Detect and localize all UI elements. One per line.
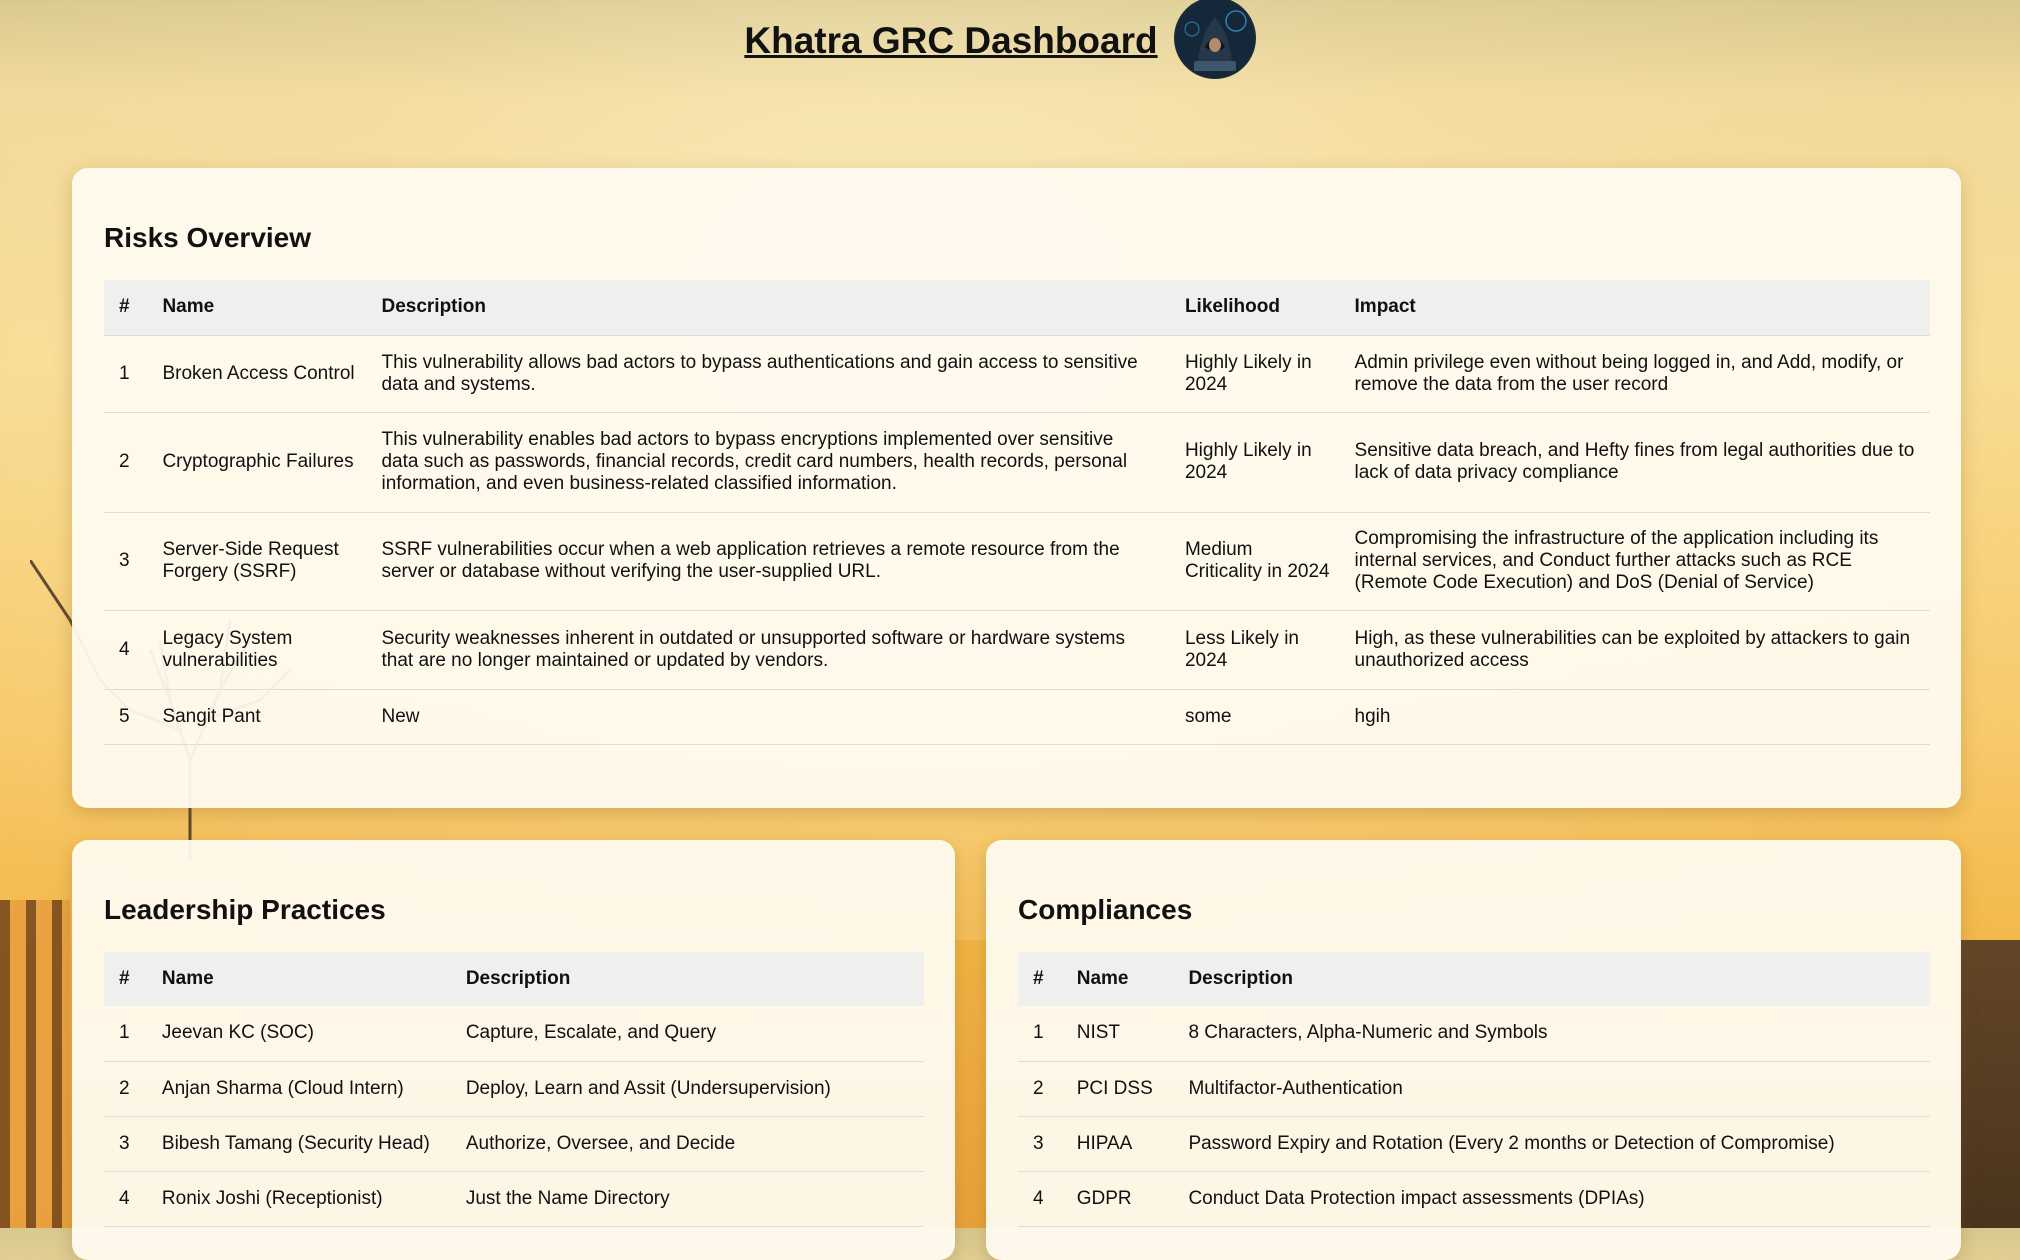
compliance-description: Multifactor-Authentication [1188, 1077, 1403, 1099]
risk-impact: Compromising the infrastructure of the a… [1354, 528, 1879, 593]
leader-description: Deploy, Learn and Assit (Undersupervisio… [465, 1077, 831, 1099]
row-number: 4 [1033, 1187, 1044, 1209]
column-header-description: Description [1178, 952, 1930, 1006]
table-row: 4 Ronix Joshi (Receptionist) Just the Na… [104, 1171, 924, 1226]
row-number: 2 [119, 1077, 130, 1099]
compliance-description: Password Expiry and Rotation (Every 2 mo… [1188, 1132, 1835, 1154]
compliance-name: PCI DSS [1076, 1077, 1153, 1099]
risk-impact: Admin privilege even without being logge… [1354, 351, 1904, 395]
risk-name: Broken Access Control [162, 362, 355, 384]
row-number: 1 [119, 1022, 130, 1044]
risk-name: Cryptographic Failures [162, 451, 354, 472]
table-row: 5 Sangit Pant New some hgih [104, 689, 1930, 744]
table-row: 4 GDPR Conduct Data Protection impact as… [1018, 1171, 1930, 1226]
compliance-name: HIPAA [1076, 1132, 1133, 1154]
column-header-number: # [1018, 952, 1067, 1006]
table-row: 3 Bibesh Tamang (Security Head) Authoriz… [104, 1116, 924, 1171]
risk-name: Legacy System vulnerabilities [162, 627, 293, 671]
table-row: 3 Server-Side Request Forgery (SSRF) SSR… [104, 512, 1930, 610]
column-header-name: Name [1066, 952, 1179, 1006]
risks-table: # Name Description Likelihood Impact 1 B… [104, 280, 1930, 745]
compliance-description: Conduct Data Protection impact assessmen… [1188, 1187, 1645, 1209]
risk-likelihood: Medium Criticality in 2024 [1184, 539, 1330, 582]
leader-description: Capture, Escalate, and Query [465, 1022, 717, 1044]
risk-name: Sangit Pant [162, 705, 261, 727]
table-row: 2 PCI DSS Multifactor-Authentication [1018, 1061, 1930, 1116]
row-number: 2 [119, 451, 130, 472]
risk-impact: hgih [1354, 705, 1391, 727]
compliances-heading: Compliances [1018, 894, 1193, 925]
column-header-number: # [104, 952, 152, 1006]
compliance-name: NIST [1076, 1022, 1121, 1044]
background-fence [0, 900, 70, 1228]
table-row: 1 Jeevan KC (SOC) Capture, Escalate, and… [104, 1006, 924, 1061]
background-post [1960, 940, 2020, 1228]
leadership-heading: Leadership Practices [104, 894, 386, 925]
compliance-description: 8 Characters, Alpha-Numeric and Symbols [1188, 1022, 1548, 1044]
compliances-table: # Name Description 1 NIST 8 Characters, … [1018, 952, 1930, 1227]
column-header-description: Description [455, 952, 924, 1006]
leadership-table: # Name Description 1 Jeevan KC (SOC) Cap… [104, 952, 924, 1227]
column-header-description: Description [371, 280, 1175, 335]
risk-likelihood: Highly Likely in 2024 [1184, 351, 1312, 395]
leader-name: Ronix Joshi (Receptionist) [161, 1187, 383, 1209]
leader-description: Just the Name Directory [465, 1187, 670, 1209]
row-number: 3 [119, 550, 130, 571]
table-row: 4 Legacy System vulnerabilities Security… [104, 610, 1930, 689]
column-header-number: # [104, 280, 153, 335]
leader-description: Authorize, Oversee, and Decide [465, 1132, 736, 1154]
table-header-row: # Name Description [1018, 952, 1930, 1006]
risk-description: This vulnerability allows bad actors to … [381, 351, 1138, 395]
table-row: 1 NIST 8 Characters, Alpha-Numeric and S… [1018, 1006, 1930, 1061]
row-number: 4 [119, 1187, 130, 1209]
risk-impact: Sensitive data breach, and Hefty fines f… [1354, 440, 1915, 483]
compliances-card: Compliances # Name Description 1 NIST 8 … [986, 840, 1961, 1260]
avatar [1173, 0, 1256, 79]
risk-description: Security weaknesses inherent in outdated… [381, 627, 1125, 671]
compliance-name: GDPR [1076, 1187, 1132, 1209]
page-header: Khatra GRC Dashboard [0, 0, 2020, 80]
hooded-hacker-icon [1175, 0, 1254, 77]
table-row: 1 Broken Access Control This vulnerabili… [104, 335, 1930, 412]
row-number: 1 [119, 362, 130, 384]
table-header-row: # Name Description [104, 952, 924, 1006]
risk-likelihood: Less Likely in 2024 [1184, 627, 1299, 671]
row-number: 1 [1033, 1022, 1044, 1044]
table-row: 2 Anjan Sharma (Cloud Intern) Deploy, Le… [104, 1061, 924, 1116]
risk-likelihood: Highly Likely in 2024 [1184, 440, 1312, 483]
risks-overview-card: Risks Overview # Name Description Likeli… [72, 168, 1961, 808]
risk-impact: High, as these vulnerabilities can be ex… [1354, 627, 1911, 671]
leader-name: Bibesh Tamang (Security Head) [161, 1132, 430, 1154]
leadership-practices-card: Leadership Practices # Name Description … [72, 840, 955, 1260]
table-row: 3 HIPAA Password Expiry and Rotation (Ev… [1018, 1116, 1930, 1171]
column-header-name: Name [151, 952, 456, 1006]
page-title: Khatra GRC Dashboard [744, 20, 1158, 61]
row-number: 3 [1033, 1132, 1044, 1154]
row-number: 2 [1033, 1077, 1044, 1099]
risk-name: Server-Side Request Forgery (SSRF) [162, 539, 339, 582]
column-header-impact: Impact [1344, 280, 1930, 335]
leader-name: Jeevan KC (SOC) [161, 1022, 314, 1044]
row-number: 4 [119, 638, 130, 660]
risk-description: SSRF vulnerabilities occur when a web ap… [381, 539, 1120, 582]
risks-heading: Risks Overview [104, 222, 312, 253]
row-number: 5 [119, 705, 130, 727]
table-row: 2 Cryptographic Failures This vulnerabil… [104, 412, 1930, 512]
column-header-likelihood: Likelihood [1174, 280, 1345, 335]
risk-description: New [381, 705, 420, 727]
risk-description: This vulnerability enables bad actors to… [381, 429, 1128, 494]
row-number: 3 [119, 1132, 130, 1154]
risk-likelihood: some [1184, 705, 1232, 727]
leader-name: Anjan Sharma (Cloud Intern) [161, 1077, 404, 1099]
table-header-row: # Name Description Likelihood Impact [104, 280, 1930, 335]
column-header-name: Name [152, 280, 372, 335]
